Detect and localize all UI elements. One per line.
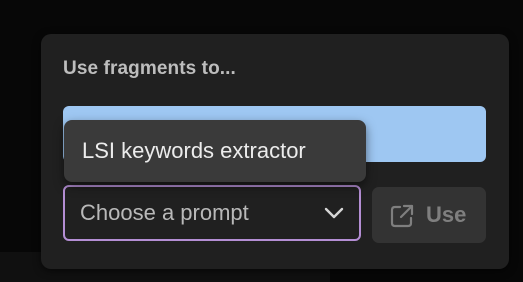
prompt-dropdown-menu: LSI keywords extractor [64, 120, 366, 182]
external-link-icon [390, 204, 414, 228]
chevron-down-icon [324, 207, 344, 219]
use-button-label: Use [426, 202, 467, 227]
prompt-select[interactable]: Choose a prompt [63, 185, 361, 241]
fragments-panel: Use fragments to... LSI keywords extract… [41, 34, 509, 269]
use-button[interactable]: Use [372, 187, 486, 243]
panel-title: Use fragments to... [63, 58, 236, 79]
page: Use fragments to... LSI keywords extract… [0, 0, 523, 282]
dropdown-option-lsi-keywords-extractor[interactable]: LSI keywords extractor [82, 120, 306, 182]
prompt-select-value: Choose a prompt [80, 200, 249, 225]
